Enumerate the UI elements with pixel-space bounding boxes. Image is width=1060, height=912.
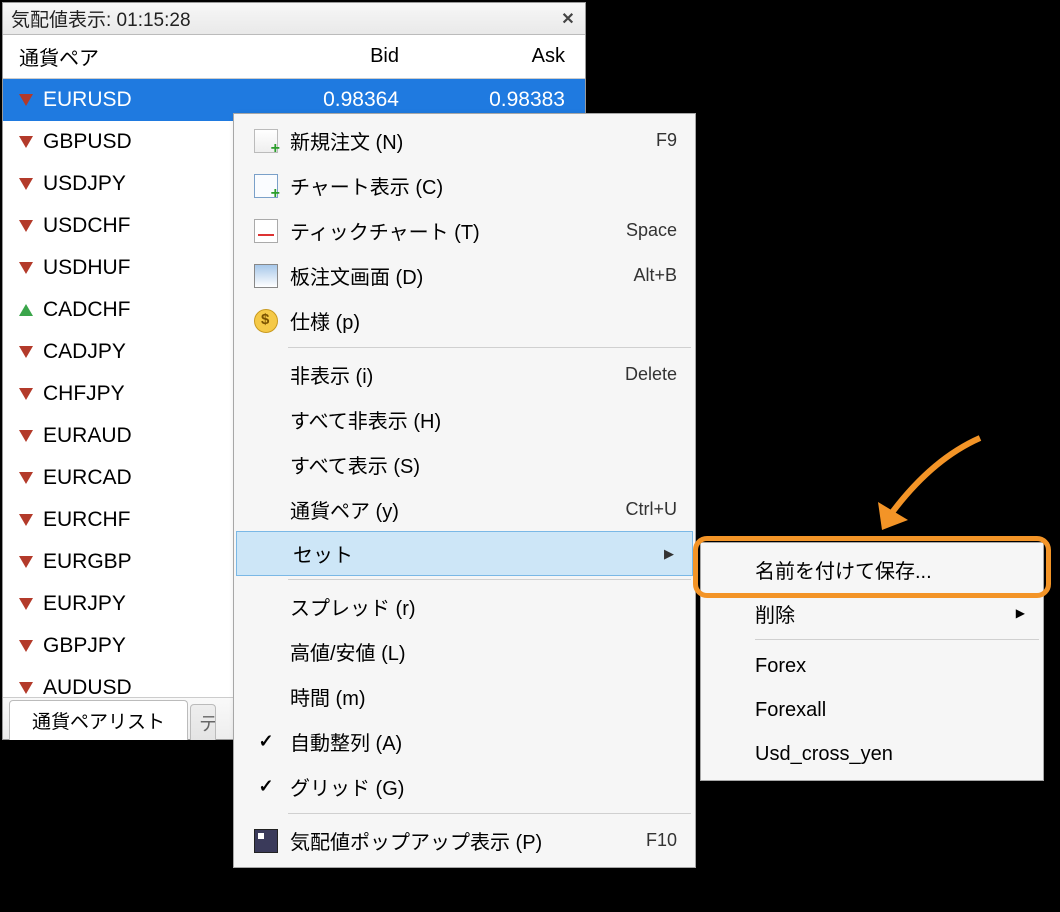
dom-icon bbox=[242, 264, 290, 288]
arrow-down-icon bbox=[17, 511, 35, 529]
ask-value: 0.98383 bbox=[399, 88, 569, 112]
submenu-arrow-icon: ▶ bbox=[664, 546, 674, 562]
submenu-arrow-icon: ▶ bbox=[1016, 606, 1025, 620]
menu-item[interactable]: 気配値ポップアップ表示 (P)F10 bbox=[234, 818, 695, 863]
menu-item[interactable]: グリッド (G) bbox=[234, 764, 695, 809]
spec-icon bbox=[242, 309, 290, 333]
menu-item-shortcut: Space bbox=[626, 220, 677, 241]
menu-separator bbox=[288, 813, 691, 814]
arrow-down-icon bbox=[17, 259, 35, 277]
menu-separator bbox=[288, 579, 691, 580]
arrow-down-icon bbox=[17, 595, 35, 613]
arrow-down-icon bbox=[17, 637, 35, 655]
market-watch-header: 通貨ペア Bid Ask bbox=[3, 35, 585, 79]
arrow-down-icon bbox=[17, 469, 35, 487]
menu-item-label: グリッド (G) bbox=[290, 772, 677, 801]
menu-item-label: チャート表示 (C) bbox=[290, 171, 677, 200]
menu-item-label: ティックチャート (T) bbox=[290, 216, 626, 245]
menu-item[interactable]: ティックチャート (T)Space bbox=[234, 208, 695, 253]
tab-other[interactable]: テ bbox=[190, 704, 216, 740]
menu-item-label: 通貨ペア (y) bbox=[290, 495, 625, 524]
set-submenu: 名前を付けて保存... 削除▶ Forex Forexall Usd_cross_yen bbox=[700, 542, 1044, 781]
menu-item-label: すべて表示 (S) bbox=[290, 450, 677, 479]
tab-symbol-list[interactable]: 通貨ペアリスト bbox=[9, 700, 188, 740]
menu-item-label: すべて非表示 (H) bbox=[290, 405, 677, 434]
submenu-item[interactable]: Usd_cross_yen bbox=[701, 732, 1043, 776]
menu-item-label: 板注文画面 (D) bbox=[290, 261, 633, 290]
order-icon bbox=[242, 129, 290, 153]
menu-item[interactable]: 仕様 (p) bbox=[234, 298, 695, 343]
menu-item[interactable]: すべて非表示 (H) bbox=[234, 397, 695, 442]
menu-item-label: 時間 (m) bbox=[290, 682, 677, 711]
menu-item-label: 非表示 (i) bbox=[290, 360, 625, 389]
submenu-item[interactable]: Forex bbox=[701, 644, 1043, 688]
menu-item[interactable]: チャート表示 (C) bbox=[234, 163, 695, 208]
arrow-down-icon bbox=[17, 133, 35, 151]
col-header-symbol[interactable]: 通貨ペア bbox=[19, 42, 249, 71]
arrow-down-icon bbox=[17, 91, 35, 109]
arrow-down-icon bbox=[17, 217, 35, 235]
arrow-down-icon bbox=[17, 175, 35, 193]
chart-icon bbox=[242, 174, 290, 198]
submenu-item-label: Usd_cross_yen bbox=[755, 743, 1025, 766]
check-icon bbox=[242, 776, 290, 797]
tick-icon bbox=[242, 219, 290, 243]
menu-item[interactable]: すべて表示 (S) bbox=[234, 442, 695, 487]
menu-item[interactable]: 板注文画面 (D)Alt+B bbox=[234, 253, 695, 298]
menu-item-shortcut: Delete bbox=[625, 364, 677, 385]
market-watch-titlebar: 気配値表示: 01:15:28 ✕ bbox=[3, 3, 585, 35]
close-icon[interactable]: ✕ bbox=[557, 8, 579, 30]
arrow-down-icon bbox=[17, 385, 35, 403]
menu-item-label: 気配値ポップアップ表示 (P) bbox=[290, 826, 646, 855]
submenu-item[interactable]: Forexall bbox=[701, 688, 1043, 732]
menu-item[interactable]: 時間 (m) bbox=[234, 674, 695, 719]
bid-value: 0.98364 bbox=[249, 88, 399, 112]
check-icon bbox=[242, 731, 290, 752]
submenu-item-label: Forexall bbox=[755, 699, 1025, 722]
menu-item-label: スプレッド (r) bbox=[290, 592, 677, 621]
menu-item-shortcut: Alt+B bbox=[633, 265, 677, 286]
arrow-up-icon bbox=[17, 301, 35, 319]
menu-item-shortcut: F10 bbox=[646, 830, 677, 851]
menu-item-label: 仕様 (p) bbox=[290, 306, 677, 335]
menu-item-shortcut: Ctrl+U bbox=[625, 499, 677, 520]
menu-item[interactable]: 新規注文 (N)F9 bbox=[234, 118, 695, 163]
col-header-ask[interactable]: Ask bbox=[399, 45, 569, 68]
arrow-down-icon bbox=[17, 343, 35, 361]
menu-separator bbox=[288, 347, 691, 348]
menu-item[interactable]: 非表示 (i)Delete bbox=[234, 352, 695, 397]
submenu-item-label: 名前を付けて保存... bbox=[755, 555, 1025, 584]
arrow-annotation-icon bbox=[860, 430, 990, 540]
arrow-down-icon bbox=[17, 427, 35, 445]
menu-item[interactable]: スプレッド (r) bbox=[234, 584, 695, 629]
menu-item-shortcut: F9 bbox=[656, 130, 677, 151]
market-watch-title: 気配値表示: 01:15:28 bbox=[11, 5, 191, 32]
context-menu: 新規注文 (N)F9チャート表示 (C)ティックチャート (T)Space板注文… bbox=[233, 113, 696, 868]
menu-item[interactable]: 自動整列 (A) bbox=[234, 719, 695, 764]
submenu-item-label: 削除 bbox=[755, 599, 1016, 628]
popup-icon bbox=[242, 829, 290, 853]
arrow-down-icon bbox=[17, 679, 35, 697]
submenu-item[interactable]: 名前を付けて保存... bbox=[701, 547, 1043, 591]
menu-item-label: 自動整列 (A) bbox=[290, 727, 677, 756]
submenu-item[interactable]: 削除▶ bbox=[701, 591, 1043, 635]
menu-item[interactable]: セット ▶ bbox=[236, 531, 693, 576]
submenu-item-label: Forex bbox=[755, 655, 1025, 678]
menu-item[interactable]: 通貨ペア (y)Ctrl+U bbox=[234, 487, 695, 532]
menu-item-label: 新規注文 (N) bbox=[290, 126, 656, 155]
menu-item-label: 高値/安値 (L) bbox=[290, 637, 677, 666]
arrow-down-icon bbox=[17, 553, 35, 571]
menu-separator bbox=[755, 639, 1039, 640]
menu-item-label: セット bbox=[293, 539, 654, 568]
menu-item[interactable]: 高値/安値 (L) bbox=[234, 629, 695, 674]
col-header-bid[interactable]: Bid bbox=[249, 45, 399, 68]
symbol-name: EURUSD bbox=[43, 88, 249, 112]
